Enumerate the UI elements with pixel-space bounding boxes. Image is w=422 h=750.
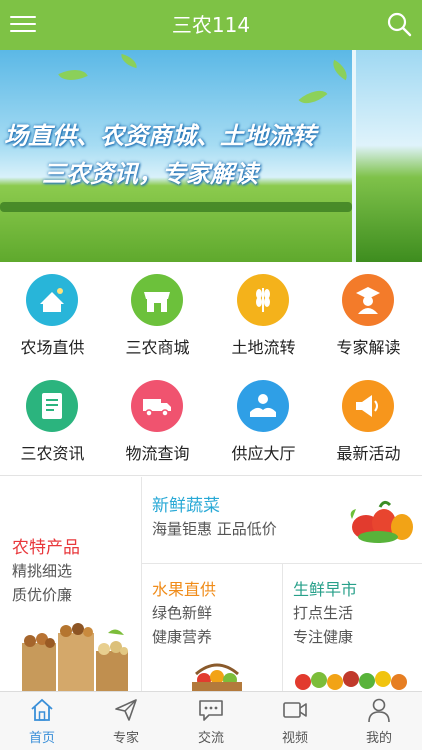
farm-icon: [26, 274, 78, 326]
nav-expert[interactable]: 专家: [84, 692, 168, 750]
tree-line: [0, 202, 352, 212]
vegetables-image: [350, 500, 413, 543]
category-logistics[interactable]: 物流查询: [105, 368, 210, 468]
category-events[interactable]: 最新活动: [316, 368, 421, 468]
promo-section: 农特产品 精挑细选 质优价廉 新鲜蔬菜 海量钜惠 正品低价 水果直供 绿色新鲜 …: [0, 477, 422, 691]
promo-title: 生鲜早市: [293, 580, 358, 599]
fruit-basket-image: [192, 663, 242, 691]
news-icon: [26, 380, 78, 432]
promo-subtitle: 健康营养: [152, 628, 213, 646]
store-icon: [131, 274, 183, 326]
category-land-transfer[interactable]: 土地流转: [211, 262, 316, 362]
banner-headline: 场直供、农资商城、土地流转: [4, 122, 316, 150]
category-farm-direct[interactable]: 农场直供: [0, 262, 105, 362]
truck-icon: [131, 380, 183, 432]
promo-subtitle: 专注健康: [293, 628, 354, 646]
promo-subtitle: 绿色新鲜: [152, 604, 213, 622]
category-supply-hall[interactable]: 供应大厅: [211, 368, 316, 468]
nav-label: 我的: [365, 731, 392, 746]
banner-slide-next: [356, 50, 422, 262]
home-icon: [31, 698, 53, 721]
promo-vegetables[interactable]: 新鲜蔬菜 海量钜惠 正品低价: [142, 477, 422, 563]
produce-mix-image: [295, 671, 407, 690]
category-label: 供应大厅: [231, 444, 296, 463]
promo-subtitle: 海量钜惠 正品低价: [152, 520, 277, 538]
nav-label: 交流: [197, 731, 224, 746]
nav-chat[interactable]: 交流: [169, 692, 253, 750]
video-icon: [283, 702, 307, 718]
promo-title: 新鲜蔬菜: [152, 496, 220, 516]
page-title: 三农114: [171, 13, 251, 37]
category-grid: 农场直供 三农商城 土地流转 专家解读 三农资讯 物流查询 供应大厅 最新活动: [0, 262, 422, 476]
category-label: 三农资讯: [20, 444, 85, 463]
nav-label: 视频: [281, 731, 308, 746]
category-expert[interactable]: 专家解读: [316, 262, 421, 362]
nav-video[interactable]: 视频: [253, 692, 337, 750]
promo-subtitle: 打点生活: [293, 604, 354, 622]
category-label: 最新活动: [336, 444, 401, 463]
promo-title: 水果直供: [152, 580, 217, 599]
promo-title: 农特产品: [12, 538, 80, 558]
promo-specialty[interactable]: 农特产品 精挑细选 质优价廉: [0, 477, 141, 691]
user-icon: [368, 698, 390, 723]
promo-subtitle: 精挑细选: [12, 562, 73, 580]
promo-fruit[interactable]: 水果直供 绿色新鲜 健康营养: [142, 564, 282, 691]
banner-subheadline: 三农资讯，专家解读: [42, 160, 258, 188]
category-label: 专家解读: [336, 338, 401, 357]
wheat-icon: [237, 274, 289, 326]
chat-icon: [199, 700, 223, 721]
category-label: 土地流转: [231, 338, 296, 357]
promo-subtitle: 质优价廉: [12, 586, 73, 604]
app-header: 三农114: [0, 0, 422, 50]
nav-label: 专家: [112, 731, 139, 746]
nav-label: 首页: [28, 731, 55, 746]
category-label: 三农商城: [125, 338, 190, 357]
bottom-nav: 首页 专家 交流 视频 我的: [0, 691, 422, 750]
produce-basket-image: [22, 623, 128, 691]
send-icon: [115, 699, 137, 721]
search-icon[interactable]: [386, 11, 412, 37]
nav-home[interactable]: 首页: [0, 692, 84, 750]
supply-icon: [237, 380, 289, 432]
category-mall[interactable]: 三农商城: [105, 262, 210, 362]
category-news[interactable]: 三农资讯: [0, 368, 105, 468]
expert-icon: [342, 274, 394, 326]
nav-profile[interactable]: 我的: [337, 692, 421, 750]
category-label: 物流查询: [125, 444, 190, 463]
promo-market[interactable]: 生鲜早市 打点生活 专注健康: [283, 564, 422, 691]
promo-banner[interactable]: 场直供、农资商城、土地流转 三农资讯，专家解读: [0, 50, 422, 262]
megaphone-icon: [342, 380, 394, 432]
category-label: 农场直供: [20, 338, 85, 357]
